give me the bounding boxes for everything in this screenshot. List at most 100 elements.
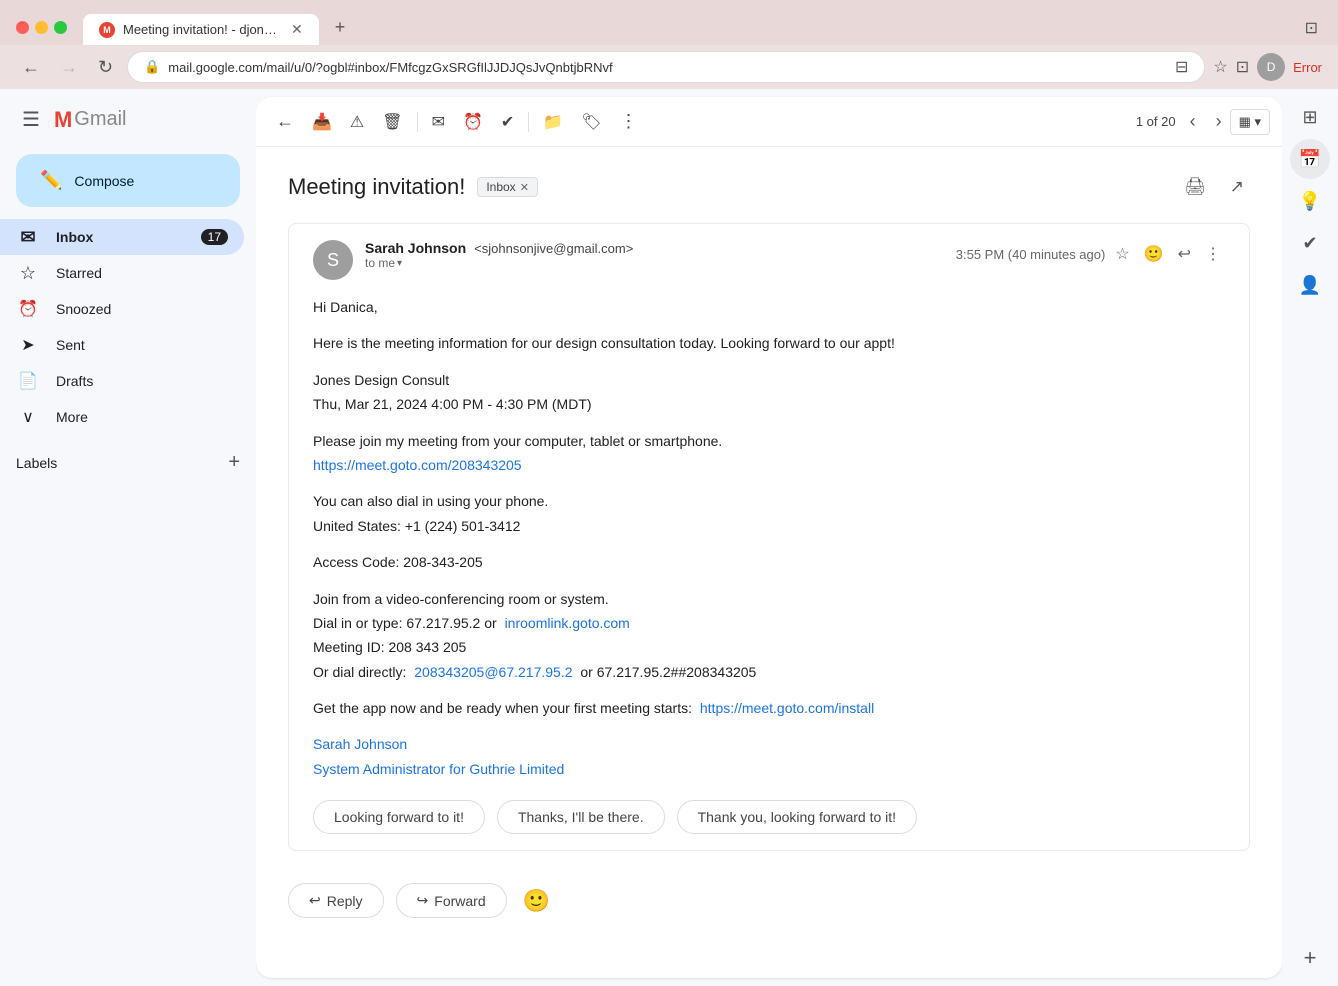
labels-heading: Labels bbox=[16, 455, 57, 471]
drafts-label: Drafts bbox=[56, 373, 228, 389]
access-code: Access Code: 208-343-205 bbox=[313, 551, 1225, 573]
email-header: S Sarah Johnson <sjohnsonjive@gmail.com>… bbox=[313, 240, 1225, 280]
quick-reply-btn-1[interactable]: Looking forward to it! bbox=[313, 800, 485, 834]
sidebar-item-more[interactable]: ∨ More bbox=[0, 399, 244, 435]
star-email-button[interactable]: ☆ bbox=[1111, 240, 1133, 268]
calendar-icon[interactable]: 📅 bbox=[1290, 139, 1330, 179]
email-message: S Sarah Johnson <sjohnsonjive@gmail.com>… bbox=[288, 223, 1250, 851]
compose-button[interactable]: ✏️ Compose bbox=[16, 154, 240, 207]
sidebar-item-sent[interactable]: ➤ Sent bbox=[0, 327, 244, 363]
snooze-button[interactable]: ⏰ bbox=[455, 106, 491, 138]
starred-label: Starred bbox=[56, 265, 228, 281]
inbox-tag-label: Inbox bbox=[486, 180, 515, 194]
window-min-btn[interactable] bbox=[35, 21, 48, 34]
add-label-button[interactable]: + bbox=[228, 451, 240, 474]
sidebar-toggle-browser[interactable]: ⊡ bbox=[1301, 14, 1322, 42]
to-me[interactable]: to me ▾ bbox=[365, 256, 944, 270]
delete-button[interactable]: 🗑 bbox=[374, 106, 410, 138]
prev-email-button[interactable]: ‹ bbox=[1184, 109, 1202, 134]
window-close-btn[interactable] bbox=[16, 21, 29, 34]
open-in-new-window-button[interactable]: ↗ bbox=[1224, 171, 1250, 203]
get-app-text: Get the app now and be ready when your f… bbox=[313, 700, 692, 716]
sender-info: Sarah Johnson <sjohnsonjive@gmail.com> t… bbox=[365, 240, 944, 270]
contacts-icon[interactable]: 👤 bbox=[1290, 265, 1330, 305]
dial-or-text: or 67.217.95.2##208343205 bbox=[580, 664, 756, 680]
address-url: mail.google.com/mail/u/0/?ogbl#inbox/FMf… bbox=[168, 60, 1167, 75]
lock-icon: 🔒 bbox=[144, 59, 160, 75]
next-email-button[interactable]: › bbox=[1210, 109, 1228, 134]
more-label: More bbox=[56, 409, 228, 425]
right-panel: ⊞ 📅 💡 ✔ 👤 + bbox=[1282, 89, 1338, 986]
dial-directly-text: Or dial directly: bbox=[313, 664, 406, 680]
nav-forward-button[interactable]: → bbox=[54, 53, 84, 82]
new-tab-button[interactable]: + bbox=[323, 10, 358, 45]
forward-label: Forward bbox=[434, 893, 485, 909]
inbox-label: Inbox bbox=[56, 229, 185, 245]
snoozed-label: Snoozed bbox=[56, 301, 228, 317]
meeting-id: Meeting ID: 208 343 205 bbox=[313, 636, 1225, 658]
reply-button-bottom[interactable]: ↩ Reply bbox=[288, 883, 384, 918]
mark-unread-button[interactable]: ✉ bbox=[424, 106, 453, 138]
dial-link1[interactable]: 208343205@67.217.95.2 bbox=[414, 664, 572, 680]
sig-title: System Administrator for Guthrie Limited bbox=[313, 758, 1225, 780]
google-apps-icon[interactable]: ⊞ bbox=[1290, 97, 1330, 137]
email-greeting: Hi Danica, bbox=[313, 296, 1225, 318]
more-actions-button[interactable]: ⋮ bbox=[1201, 240, 1225, 268]
inbox-badge: 17 bbox=[201, 229, 228, 245]
profile-icon[interactable]: D bbox=[1257, 53, 1285, 81]
inbox-tag[interactable]: Inbox ✕ bbox=[477, 177, 538, 197]
compose-label: Compose bbox=[74, 173, 134, 189]
chevron-down-icon: ▾ bbox=[397, 258, 402, 269]
tab-close-icon[interactable]: ✕ bbox=[291, 21, 303, 38]
sidebar-item-starred[interactable]: ☆ Starred bbox=[0, 255, 244, 291]
print-button[interactable]: 🖨 bbox=[1178, 171, 1212, 203]
email-actions-bottom: ↩ Reply ↪ Forward 🙂 bbox=[288, 875, 1250, 918]
quick-reply-btn-3[interactable]: Thank you, looking forward to it! bbox=[677, 800, 917, 834]
us-number: United States: +1 (224) 501-3412 bbox=[313, 515, 1225, 537]
add-emoji-button[interactable]: 🙂 bbox=[519, 884, 554, 918]
email-intro: Here is the meeting information for our … bbox=[313, 332, 1225, 354]
reply-button-header[interactable]: ↩ bbox=[1174, 240, 1195, 268]
back-button[interactable]: ← bbox=[268, 105, 302, 138]
forward-button-bottom[interactable]: ↪ Forward bbox=[396, 883, 507, 918]
more-icon: ∨ bbox=[16, 407, 40, 427]
sidebar-item-inbox[interactable]: ✉ Inbox 17 bbox=[0, 219, 244, 255]
archive-button[interactable]: 📥 bbox=[304, 106, 340, 138]
email-meta-right: 3:55 PM (40 minutes ago) ☆ 🙂 ↩ ⋮ bbox=[956, 240, 1225, 268]
keep-icon[interactable]: 💡 bbox=[1290, 181, 1330, 221]
gmail-logo: M Gmail bbox=[54, 107, 127, 133]
emoji-reaction-button[interactable]: 🙂 bbox=[1140, 240, 1168, 268]
inroom-link[interactable]: inroomlink.goto.com bbox=[505, 615, 630, 631]
email-view-panel: ← 📥 ⚠ 🗑 ✉ ⏰ ✔ 📁 🏷 ⋮ 1 of 20 ‹ › ▦ ▾ bbox=[256, 97, 1282, 978]
tasks-icon[interactable]: ✔ bbox=[1290, 223, 1330, 263]
sender-name: Sarah Johnson bbox=[365, 240, 466, 256]
nav-back-button[interactable]: ← bbox=[16, 53, 46, 82]
hamburger-menu-button[interactable]: ☰ bbox=[16, 101, 46, 138]
bookmark-icon[interactable]: ☆ bbox=[1213, 57, 1227, 77]
browser-tab-active[interactable]: M Meeting invitation! - djones.g... ✕ bbox=[83, 14, 319, 45]
window-max-btn[interactable] bbox=[54, 21, 67, 34]
tune-icon[interactable]: ⊟ bbox=[1175, 57, 1188, 77]
inbox-icon: ✉ bbox=[16, 227, 40, 248]
join-text: Please join my meeting from your compute… bbox=[313, 430, 1225, 452]
spam-button[interactable]: ⚠ bbox=[342, 106, 372, 138]
sidebar-item-snoozed[interactable]: ⏰ Snoozed bbox=[0, 291, 244, 327]
sidebar-item-drafts[interactable]: 📄 Drafts bbox=[0, 363, 244, 399]
nav-refresh-button[interactable]: ↻ bbox=[92, 53, 119, 82]
sent-label: Sent bbox=[56, 337, 228, 353]
error-label: Error bbox=[1293, 60, 1322, 75]
view-toggle-button[interactable]: ▦ ▾ bbox=[1230, 109, 1270, 135]
more-options-button[interactable]: ⋮ bbox=[612, 105, 646, 138]
inbox-tag-close-icon[interactable]: ✕ bbox=[520, 181, 529, 194]
address-bar[interactable]: 🔒 mail.google.com/mail/u/0/?ogbl#inbox/F… bbox=[127, 51, 1205, 83]
label-button[interactable]: 🏷 bbox=[573, 106, 609, 138]
move-to-button[interactable]: 📁 bbox=[535, 106, 571, 138]
add-plugin-button[interactable]: + bbox=[1290, 938, 1330, 978]
task-button[interactable]: ✔ bbox=[493, 106, 522, 138]
install-link[interactable]: https://meet.goto.com/install bbox=[700, 700, 874, 716]
compose-pencil-icon: ✏️ bbox=[40, 170, 62, 191]
sidebar-nav: ✉ Inbox 17 ☆ Starred ⏰ Snoozed ➤ Sent 📄 bbox=[0, 219, 256, 435]
reader-mode-icon[interactable]: ⊡ bbox=[1236, 57, 1249, 77]
join-link[interactable]: https://meet.goto.com/208343205 bbox=[313, 457, 522, 473]
quick-reply-btn-2[interactable]: Thanks, I'll be there. bbox=[497, 800, 665, 834]
